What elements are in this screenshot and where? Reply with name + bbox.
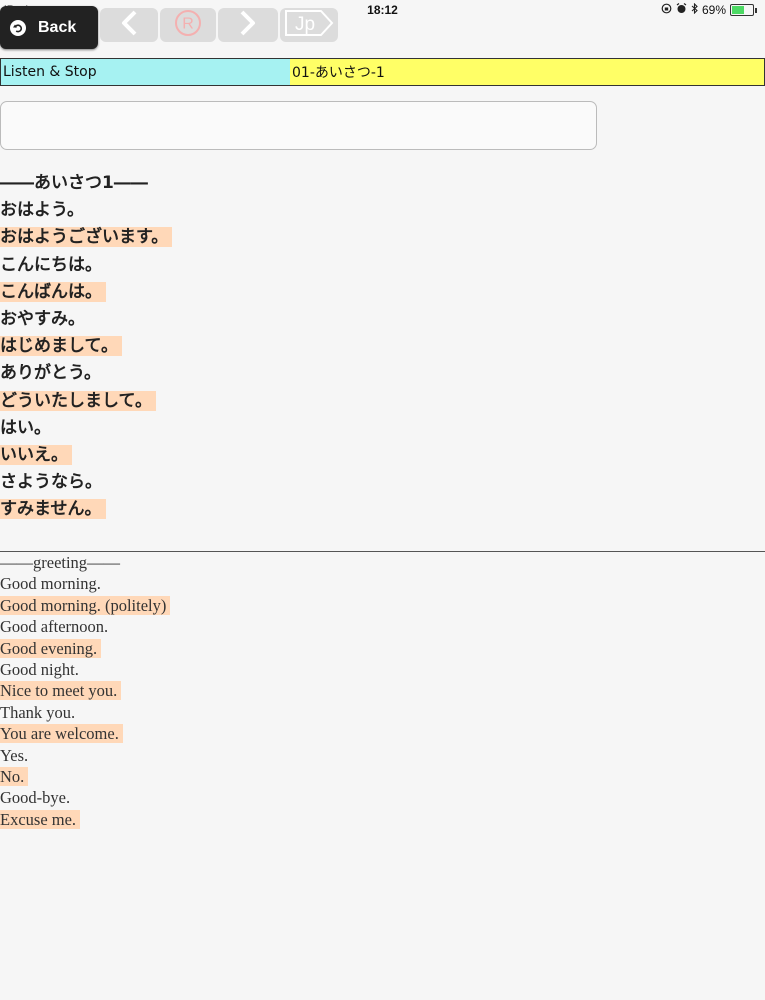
- bluetooth-icon: [691, 2, 698, 17]
- record-symbol: R: [182, 16, 194, 33]
- en-line-item[interactable]: Excuse me.: [0, 809, 765, 830]
- jp-line-text: さようなら。: [0, 472, 102, 493]
- jp-line-text: おはよう。: [0, 200, 84, 221]
- jp-label: Jp: [295, 14, 315, 35]
- battery-percent: 69%: [701, 3, 726, 17]
- jp-line-text: こんにちは。: [0, 254, 102, 275]
- previous-button[interactable]: [100, 8, 158, 42]
- english-translation-list: ――greeting―― Good morning. Good morning. (…: [0, 552, 765, 830]
- jp-line-item[interactable]: はい。: [0, 415, 765, 442]
- en-line-text: Good morning. (politely): [0, 595, 171, 615]
- en-line-text: Yes.: [0, 745, 29, 765]
- jp-line-text: はい。: [0, 417, 51, 438]
- en-line-item[interactable]: Nice to meet you.: [0, 680, 765, 701]
- jp-line-item[interactable]: いいえ。: [0, 442, 765, 469]
- en-line-item[interactable]: Good-bye.: [0, 787, 765, 808]
- jp-line-text: はじめまして。: [0, 336, 122, 357]
- en-line-item[interactable]: Good morning.: [0, 573, 765, 594]
- en-line-text: Good-bye.: [0, 788, 71, 808]
- en-line-item[interactable]: Good evening.: [0, 638, 765, 659]
- en-line-item[interactable]: Thank you.: [0, 702, 765, 723]
- rotation-lock-icon: [661, 3, 672, 17]
- jp-line-item[interactable]: どういたしまして。: [0, 388, 765, 415]
- en-line-text: Thank you.: [0, 702, 76, 722]
- en-line-text: Nice to meet you.: [0, 681, 122, 701]
- record-icon: R: [173, 8, 203, 42]
- en-line-text: Excuse me.: [0, 809, 81, 829]
- en-line-text: Good afternoon.: [0, 617, 109, 637]
- jp-line-item[interactable]: すみません。: [0, 496, 765, 523]
- answer-input[interactable]: [0, 101, 597, 150]
- jp-line-item[interactable]: おはようございます。: [0, 224, 765, 251]
- mode-label[interactable]: Listen & Stop: [1, 59, 290, 85]
- jp-line-heading: ――あいさつ1――: [0, 170, 765, 197]
- en-line-item[interactable]: Good afternoon.: [0, 616, 765, 637]
- battery-fill: [732, 6, 745, 14]
- en-line-heading: ――greeting――: [0, 552, 765, 573]
- chevron-left-icon: [119, 10, 139, 40]
- jp-line-text: いいえ。: [0, 444, 72, 465]
- back-button[interactable]: Back: [0, 6, 98, 49]
- japanese-phrase-list: ――あいさつ1―― おはよう。おはようございます。 こんにちは。 こんばんは。 おやすみ…: [0, 170, 765, 523]
- jp-line-item[interactable]: さようなら。: [0, 469, 765, 496]
- jp-line-text: どういたしまして。: [0, 390, 156, 411]
- en-line-item[interactable]: Good morning. (politely): [0, 595, 765, 616]
- status-indicators: 69%: [661, 2, 757, 17]
- en-line-item[interactable]: Good night.: [0, 659, 765, 680]
- next-button[interactable]: [218, 8, 278, 42]
- jp-line-text: こんばんは。: [0, 281, 106, 302]
- jp-line-item[interactable]: こんにちは。: [0, 252, 765, 279]
- chevron-right-icon: [238, 10, 258, 40]
- battery-tip: [755, 7, 757, 13]
- lesson-title[interactable]: 01-あいさつ-1: [290, 59, 764, 85]
- jp-line-text: ――あいさつ1――: [0, 173, 148, 193]
- en-line-text: ――greeting――: [0, 553, 121, 572]
- language-jp-button[interactable]: Jp: [280, 8, 338, 42]
- en-line-item[interactable]: No.: [0, 766, 765, 787]
- jp-line-item[interactable]: こんばんは。: [0, 279, 765, 306]
- en-line-text: Good evening.: [0, 638, 102, 658]
- en-line-text: Good night.: [0, 659, 79, 679]
- en-line-text: You are welcome.: [0, 724, 123, 744]
- battery-icon: [730, 4, 754, 16]
- en-line-item[interactable]: You are welcome.: [0, 723, 765, 744]
- back-arrow-icon: [10, 19, 26, 36]
- lesson-header: Listen & Stop 01-あいさつ-1: [0, 58, 765, 86]
- en-line-item[interactable]: Yes.: [0, 745, 765, 766]
- jp-line-item[interactable]: おはよう。: [0, 197, 765, 224]
- record-button[interactable]: R: [160, 8, 216, 42]
- jp-line-item[interactable]: はじめまして。: [0, 333, 765, 360]
- back-label: Back: [38, 18, 77, 36]
- jp-line-item[interactable]: ありがとう。: [0, 360, 765, 387]
- alarm-icon: [676, 3, 687, 17]
- en-line-text: No.: [0, 766, 29, 786]
- en-line-text: Good morning.: [0, 574, 101, 594]
- jp-line-text: すみません。: [0, 499, 106, 520]
- jp-line-text: ありがとう。: [0, 363, 101, 384]
- language-tag-icon: Jp: [283, 8, 335, 42]
- jp-line-text: おやすみ。: [0, 308, 85, 329]
- jp-line-item[interactable]: おやすみ。: [0, 306, 765, 333]
- jp-line-text: おはようございます。: [0, 227, 173, 248]
